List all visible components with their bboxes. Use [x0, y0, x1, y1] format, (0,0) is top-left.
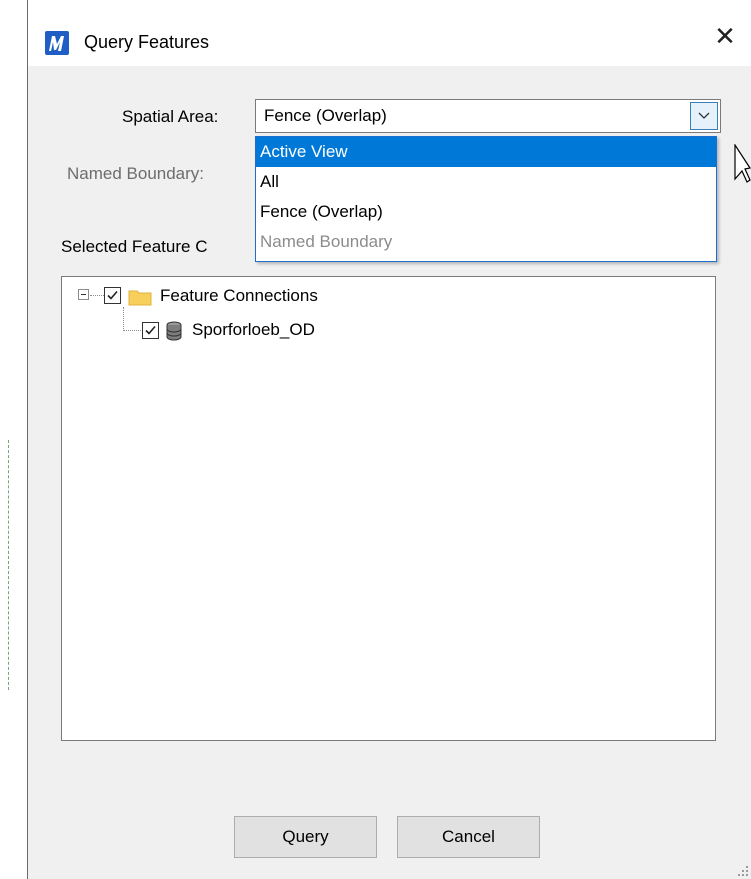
title-bar[interactable]: Query Features ✕	[28, 0, 751, 66]
option-fence-overlap[interactable]: Fence (Overlap)	[256, 197, 716, 227]
option-named-boundary: Named Boundary	[260, 232, 393, 251]
tree-connector-line	[90, 295, 104, 296]
window-title: Query Features	[84, 32, 210, 52]
spatial-area-combobox[interactable]: Fence (Overlap)	[255, 99, 721, 133]
query-button[interactable]: Query	[234, 816, 377, 858]
background-window-edge	[8, 440, 9, 690]
tree-connector-line	[123, 307, 124, 331]
named-boundary-label: Named Boundary:	[67, 164, 205, 183]
spatial-area-dropdown-list[interactable]: Active View All Fence (Overlap) Named Bo…	[255, 136, 717, 262]
cancel-button[interactable]: Cancel	[397, 816, 540, 858]
tree-node-sporforloeb-od[interactable]: Sporforloeb_OD	[192, 320, 315, 340]
option-all[interactable]: All	[256, 167, 716, 197]
mouse-cursor-icon	[734, 144, 751, 183]
microstation-logo-icon	[45, 31, 69, 55]
chevron-down-icon	[698, 112, 710, 119]
selected-feature-connections-label: Selected Feature C	[61, 237, 208, 256]
folder-icon	[128, 290, 152, 306]
database-icon	[166, 321, 182, 341]
spatial-area-value: Fence (Overlap)	[264, 106, 387, 125]
option-active-view[interactable]: Active View	[256, 137, 716, 167]
close-button[interactable]: ✕	[699, 18, 751, 54]
feature-connections-checkbox[interactable]	[104, 287, 121, 304]
sporforloeb-od-checkbox[interactable]	[142, 322, 159, 339]
dropdown-arrow-button[interactable]	[690, 102, 718, 130]
close-icon: ✕	[714, 20, 736, 51]
tree-connector-line	[123, 330, 141, 331]
resize-grip-icon[interactable]	[737, 865, 749, 877]
tree-collapse-toggle[interactable]	[78, 289, 89, 300]
query-features-dialog: Query Features ✕ Spatial Area: Fence (Ov…	[27, 0, 751, 879]
feature-connections-tree[interactable]: Feature Connections Sporforloeb_OD	[61, 276, 716, 741]
tree-node-feature-connections[interactable]: Feature Connections	[160, 286, 318, 306]
spatial-area-label: Spatial Area:	[122, 107, 219, 126]
